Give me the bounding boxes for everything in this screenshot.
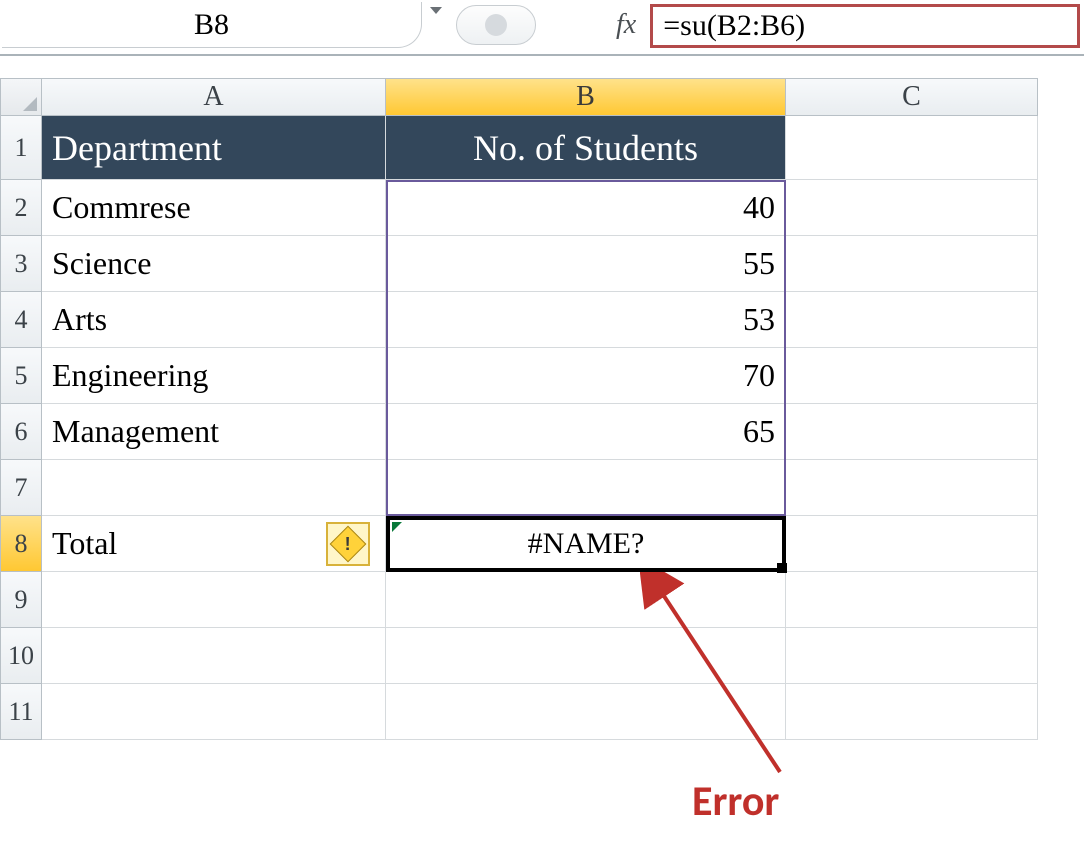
cell-C6[interactable] xyxy=(786,404,1038,460)
error-triangle-icon xyxy=(392,522,402,532)
row-header-1[interactable]: 1 xyxy=(0,116,42,180)
cell-C7[interactable] xyxy=(786,460,1038,516)
row-11: 11 xyxy=(0,684,1084,740)
cell-A2[interactable]: Commrese xyxy=(42,180,386,236)
cell-B1[interactable]: No. of Students xyxy=(386,116,786,180)
col-header-C[interactable]: C xyxy=(786,78,1038,116)
cell-C9[interactable] xyxy=(786,572,1038,628)
row-3: 3 Science 55 xyxy=(0,236,1084,292)
row-header-11[interactable]: 11 xyxy=(0,684,42,740)
row-6: 6 Management 65 xyxy=(0,404,1084,460)
cell-A1[interactable]: Department xyxy=(42,116,386,180)
cell-A11[interactable] xyxy=(42,684,386,740)
cell-A4[interactable]: Arts xyxy=(42,292,386,348)
cell-C4[interactable] xyxy=(786,292,1038,348)
row-header-6[interactable]: 6 xyxy=(0,404,42,460)
col-header-B[interactable]: B xyxy=(386,78,786,116)
warning-icon: ! xyxy=(330,526,367,563)
cell-B11[interactable] xyxy=(386,684,786,740)
row-header-3[interactable]: 3 xyxy=(0,236,42,292)
name-box-value: B8 xyxy=(194,8,229,42)
spreadsheet-grid[interactable]: A B C 1 Department No. of Students 2 Com… xyxy=(0,78,1084,740)
cell-A7[interactable] xyxy=(42,460,386,516)
row-header-5[interactable]: 5 xyxy=(0,348,42,404)
formula-bar: B8 fx xyxy=(0,0,1084,56)
cell-C11[interactable] xyxy=(786,684,1038,740)
row-header-4[interactable]: 4 xyxy=(0,292,42,348)
row-2: 2 Commrese 40 xyxy=(0,180,1084,236)
fx-icon[interactable]: fx xyxy=(616,2,636,48)
row-5: 5 Engineering 70 xyxy=(0,348,1084,404)
error-smart-tag[interactable]: ! xyxy=(326,522,370,566)
cell-A10[interactable] xyxy=(42,628,386,684)
row-header-7[interactable]: 7 xyxy=(0,460,42,516)
column-headers: A B C xyxy=(0,78,1084,116)
formula-input[interactable] xyxy=(661,8,1077,44)
row-9: 9 xyxy=(0,572,1084,628)
row-header-9[interactable]: 9 xyxy=(0,572,42,628)
row-10: 10 xyxy=(0,628,1084,684)
row-7: 7 xyxy=(0,460,1084,516)
row-header-8[interactable]: 8 xyxy=(0,516,42,572)
cell-B5[interactable]: 70 xyxy=(386,348,786,404)
row-1: 1 Department No. of Students xyxy=(0,116,1084,180)
cell-B8-selected[interactable]: #NAME? xyxy=(386,516,786,572)
cell-C8[interactable] xyxy=(786,516,1038,572)
row-4: 4 Arts 53 xyxy=(0,292,1084,348)
row-header-10[interactable]: 10 xyxy=(0,628,42,684)
cell-A6[interactable]: Management xyxy=(42,404,386,460)
cell-C1[interactable] xyxy=(786,116,1038,180)
rows: 1 Department No. of Students 2 Commrese … xyxy=(0,116,1084,740)
cell-B9[interactable] xyxy=(386,572,786,628)
cell-B4[interactable]: 53 xyxy=(386,292,786,348)
name-box-dropdown[interactable] xyxy=(422,2,450,18)
cell-B2[interactable]: 40 xyxy=(386,180,786,236)
col-header-A[interactable]: A xyxy=(42,78,386,116)
select-all-corner[interactable] xyxy=(0,78,42,116)
formula-buttons xyxy=(450,2,536,48)
cell-B8-value: #NAME? xyxy=(528,527,645,561)
cell-C2[interactable] xyxy=(786,180,1038,236)
cell-B7[interactable] xyxy=(386,460,786,516)
cell-B10[interactable] xyxy=(386,628,786,684)
cell-A3[interactable]: Science xyxy=(42,236,386,292)
row-header-2[interactable]: 2 xyxy=(0,180,42,236)
cell-C5[interactable] xyxy=(786,348,1038,404)
formula-input-highlight xyxy=(650,4,1080,48)
name-box[interactable]: B8 xyxy=(2,2,422,48)
cell-A9[interactable] xyxy=(42,572,386,628)
cancel-formula-button[interactable] xyxy=(456,5,536,45)
cell-B3[interactable]: 55 xyxy=(386,236,786,292)
annotation-error-label: Error xyxy=(692,776,779,827)
cell-C10[interactable] xyxy=(786,628,1038,684)
cell-A5[interactable]: Engineering xyxy=(42,348,386,404)
cell-B6[interactable]: 65 xyxy=(386,404,786,460)
cell-C3[interactable] xyxy=(786,236,1038,292)
